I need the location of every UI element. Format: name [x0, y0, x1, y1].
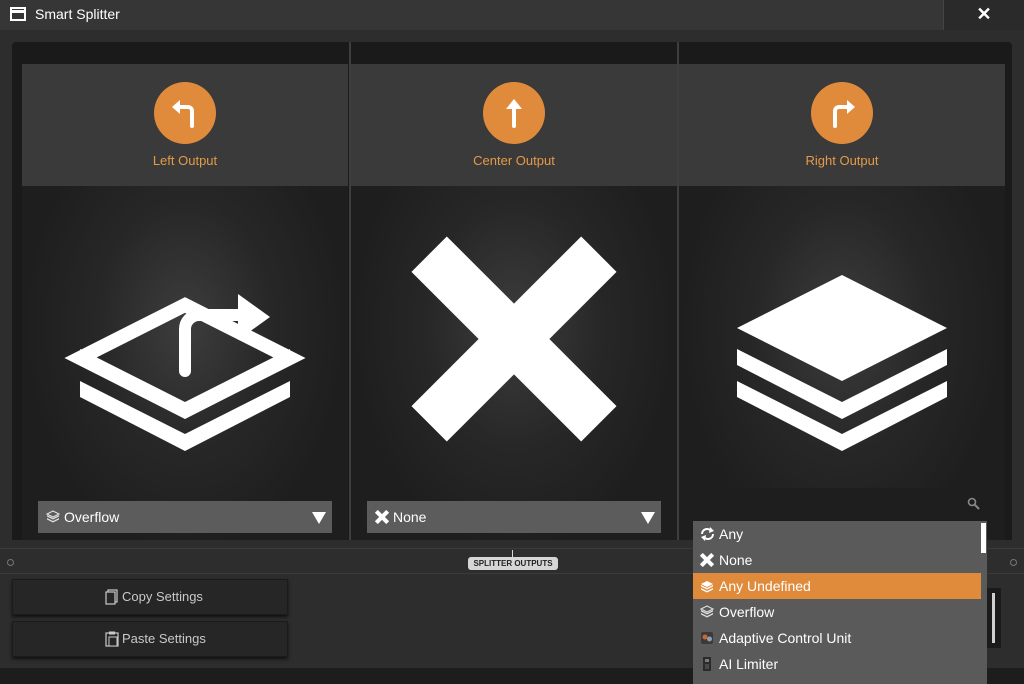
center-output-header: Center Output	[351, 64, 677, 186]
search-icon	[967, 497, 981, 516]
right-output-search-input[interactable]	[693, 488, 987, 521]
right-output-header: Right Output	[679, 64, 1005, 186]
center-output-dropdown[interactable]: None	[367, 501, 661, 533]
close-button[interactable]: ✕	[943, 0, 1024, 30]
list-item-selected[interactable]: Any Undefined	[693, 573, 981, 599]
turn-left-arrow-icon[interactable]	[154, 82, 216, 144]
list-item[interactable]: Adaptive Control Unit	[693, 625, 981, 651]
left-output-label: Left Output	[152, 153, 218, 168]
list-item[interactable]: Overflow	[693, 599, 981, 625]
ai-limiter-icon	[700, 657, 714, 674]
list-item[interactable]: None	[693, 547, 981, 573]
paste-settings-button[interactable]: Paste Settings	[12, 621, 288, 657]
none-x-icon	[374, 509, 390, 529]
side-handle[interactable]	[992, 593, 995, 643]
list-scrollbar[interactable]	[981, 523, 986, 553]
chevron-down-icon[interactable]	[641, 511, 655, 529]
right-output-panel: Right Output	[679, 64, 1005, 554]
close-icon: ✕	[976, 4, 992, 24]
any-undefined-stack-icon	[679, 234, 1005, 489]
center-output-label: Center Output	[473, 153, 555, 168]
window-title: Smart Splitter	[35, 6, 120, 22]
window-icon	[10, 7, 26, 21]
center-output-panel: Center Output None	[351, 64, 677, 554]
list-item[interactable]: AI Limiter	[693, 651, 981, 677]
overflow-icon	[699, 605, 715, 622]
chevron-down-icon[interactable]	[312, 511, 326, 529]
copy-icon	[105, 589, 119, 608]
overflow-icon	[45, 510, 61, 529]
right-output-options-list[interactable]: Any None Any Undefined Overflow Adaptive…	[693, 521, 987, 684]
paste-settings-label: Paste Settings	[122, 631, 206, 646]
turn-right-arrow-icon[interactable]	[811, 82, 873, 144]
overflow-stack-icon	[22, 234, 348, 489]
copy-settings-button[interactable]: Copy Settings	[12, 579, 288, 615]
up-arrow-icon[interactable]	[483, 82, 545, 144]
list-item[interactable]: Any	[693, 521, 981, 547]
splitter-outputs-tag: SPLITTER OUTPUTS	[468, 557, 558, 570]
left-output-value: Overflow	[64, 509, 120, 525]
right-output-label: Right Output	[805, 153, 879, 168]
left-output-header: Left Output	[22, 64, 348, 186]
any-cycle-icon	[700, 527, 715, 544]
copy-settings-label: Copy Settings	[122, 589, 203, 604]
any-undefined-icon	[700, 579, 714, 596]
center-output-value: None	[393, 509, 427, 525]
title-bar: Smart Splitter ✕	[0, 0, 1024, 30]
left-output-dropdown[interactable]: Overflow	[38, 501, 332, 533]
outputs-area: Left Output Overflow Center Output None …	[12, 42, 1012, 554]
adaptive-control-unit-icon	[700, 631, 714, 648]
none-x-icon	[699, 552, 715, 570]
left-output-panel: Left Output Overflow	[22, 64, 348, 554]
none-x-icon	[351, 234, 677, 489]
paste-icon	[105, 631, 119, 650]
